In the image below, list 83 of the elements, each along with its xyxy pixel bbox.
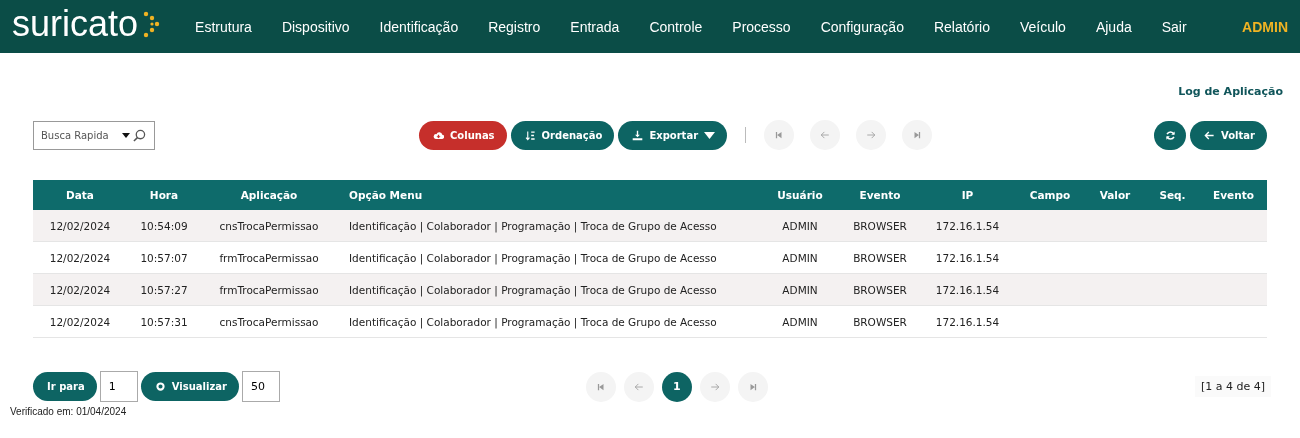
table-cell: Identificação | Colaborador | Programação | Troca de Grupo de Acesso	[337, 305, 760, 338]
column-header[interactable]: Seq.	[1145, 180, 1200, 210]
record-count: [1 a 4 de 4]	[1194, 376, 1271, 397]
menu-item[interactable]: Identificação	[364, 18, 474, 35]
table-cell: 12/02/2024	[33, 273, 127, 306]
table-cell: 172.16.1.54	[920, 305, 1015, 338]
page-size-field[interactable]: 50	[241, 371, 280, 402]
menu-item[interactable]: Veículo	[1004, 18, 1081, 35]
user-name[interactable]: ADMIN	[1242, 18, 1288, 35]
logo-text: suricato	[12, 2, 139, 45]
arrow-left-icon	[633, 381, 644, 392]
search-icon	[133, 128, 146, 142]
page-title: Log de Aplicação	[1178, 85, 1283, 98]
menu-item[interactable]: Estrutura	[180, 18, 267, 35]
table-cell: 10:57:07	[127, 241, 201, 274]
menu-item[interactable]: Registro	[473, 18, 556, 35]
arrow-left-icon	[1204, 129, 1216, 141]
menu-item[interactable]: Controle	[634, 18, 718, 35]
column-header[interactable]: Evento	[1200, 180, 1267, 210]
table-cell: 10:54:09	[127, 210, 201, 242]
table-cell: ADMIN	[760, 273, 840, 306]
go-to-button[interactable]: Ir para	[33, 372, 97, 401]
table-cell: 172.16.1.54	[920, 241, 1015, 274]
view-button[interactable]: Visualizar	[140, 372, 239, 401]
back-button[interactable]: Voltar	[1190, 120, 1267, 150]
arrow-right-icon	[866, 130, 877, 140]
table-cell: Identificação | Colaborador | Programação | Troca de Grupo de Acesso	[337, 210, 760, 242]
skip-first-icon	[595, 381, 606, 392]
table-cell: Identificação | Colaborador | Programação | Troca de Grupo de Acesso	[337, 273, 760, 306]
column-header[interactable]: Data	[33, 180, 127, 210]
table-cell: ADMIN	[760, 241, 840, 274]
table-cell: cnsTrocaPermissao	[201, 305, 337, 338]
table-cell: 10:57:27	[127, 273, 201, 306]
table-cell: Identificação | Colaborador | Programação | Troca de Grupo de Acesso	[337, 241, 760, 274]
page-button[interactable]: 1	[661, 371, 692, 402]
sort-button[interactable]: Ordenação	[510, 120, 615, 150]
arrow-left-icon	[820, 130, 831, 140]
column-header[interactable]: IP	[920, 180, 1015, 210]
table-cell: BROWSER	[840, 241, 920, 274]
table-cell: frmTrocaPermissao	[201, 273, 337, 306]
dropdown-caret-icon	[122, 132, 130, 138]
column-header[interactable]: Aplicação	[201, 180, 337, 210]
menu-item[interactable]: Sair	[1146, 18, 1202, 35]
skip-last-icon	[912, 130, 923, 140]
refresh-icon	[1164, 129, 1176, 141]
column-header[interactable]: Opção Menu	[337, 180, 760, 210]
columns-button[interactable]: Colunas	[419, 120, 507, 150]
verification-date: Verificado em: 01/04/2024	[9, 405, 128, 417]
sort-icon	[524, 129, 536, 141]
column-header[interactable]: Hora	[127, 180, 201, 210]
menu-item[interactable]: Processo	[717, 18, 806, 35]
column-header[interactable]: Evento	[840, 180, 920, 210]
skip-first-icon	[774, 130, 785, 140]
arrow-right-icon	[709, 381, 720, 392]
menu-item[interactable]: Ajuda	[1080, 18, 1147, 35]
table-cell: ADMIN	[760, 210, 840, 242]
menu-item[interactable]: Configuração	[805, 18, 919, 35]
table-cell: frmTrocaPermissao	[201, 241, 337, 274]
menu-item[interactable]: Dispositivo	[266, 18, 365, 35]
eye-icon	[154, 381, 166, 392]
table-cell: 10:57:31	[127, 305, 201, 338]
column-header[interactable]: Campo	[1015, 180, 1085, 210]
column-header[interactable]: Valor	[1085, 180, 1145, 210]
cloud-icon	[433, 129, 444, 141]
download-icon	[632, 129, 644, 141]
table-cell: BROWSER	[840, 273, 920, 306]
table-cell: 172.16.1.54	[920, 210, 1015, 242]
search-field[interactable]: Busca Rapida	[33, 120, 155, 150]
table-cell: 12/02/2024	[33, 241, 127, 274]
table-cell: 12/02/2024	[33, 305, 127, 338]
menu-item[interactable]: Entrada	[555, 18, 635, 35]
table-cell: 172.16.1.54	[920, 273, 1015, 306]
caret-icon	[704, 129, 716, 141]
table-cell: 12/02/2024	[33, 210, 127, 242]
export-button[interactable]: Exportar	[618, 120, 728, 150]
page-number-field[interactable]: 1	[99, 371, 138, 402]
refresh-button[interactable]	[1154, 120, 1187, 150]
table-cell: BROWSER	[840, 305, 920, 338]
table-cell: BROWSER	[840, 210, 920, 242]
table-cell: cnsTrocaPermissao	[201, 210, 337, 242]
menu-item[interactable]: Relatório	[918, 18, 1005, 35]
column-header[interactable]: Usuário	[760, 180, 840, 210]
table-cell: ADMIN	[760, 305, 840, 338]
